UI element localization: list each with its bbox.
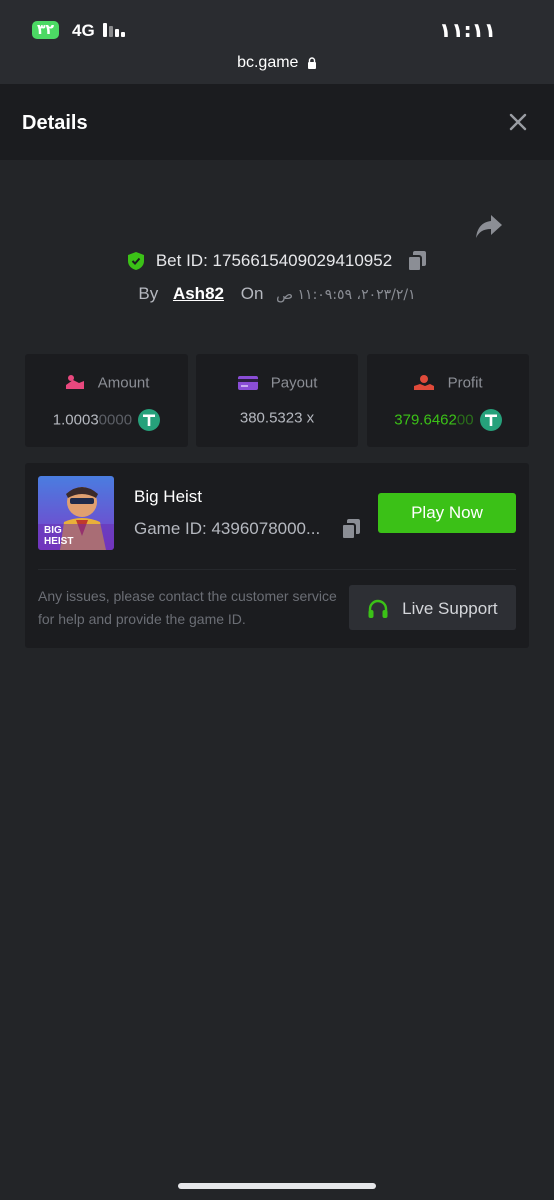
profit-value-trailing: 00 — [456, 411, 474, 429]
live-support-button[interactable]: Live Support — [349, 585, 516, 630]
game-thumbnail[interactable]: BIG HEIST — [38, 476, 114, 550]
bet-id-row: Bet ID: 1756615409029410952 — [0, 250, 554, 272]
support-help-text: Any issues, please contact the customer … — [38, 588, 337, 627]
bet-owner-row: By Ash82 On ٢٠٢٣/٢/١، ١١:٠٩:٥٩ ص — [0, 284, 554, 304]
copy-game-id-icon[interactable] — [341, 518, 361, 540]
usdt-icon — [479, 409, 502, 431]
profit-card: Profit 379.646200 — [367, 354, 529, 447]
game-id: Game ID: 4396078000... — [134, 519, 321, 538]
amount-icon — [65, 375, 84, 390]
shield-check-icon — [128, 252, 145, 270]
details-header: Details — [0, 84, 554, 160]
page-title: Details — [22, 112, 88, 134]
payout-label: Payout — [270, 374, 318, 392]
username-link[interactable]: Ash82 — [173, 284, 224, 303]
url-text: bc.game — [237, 54, 299, 71]
payout-value: 380.5323 x — [239, 409, 315, 427]
profit-icon — [414, 375, 435, 391]
game-artwork: BIG HEIST — [38, 476, 114, 550]
game-card: BIG HEIST Big Heist Game ID: 4396078000.… — [25, 463, 529, 648]
bet-date: ٢٠٢٣/٢/١، ١١:٠٩:٥٩ ص — [276, 287, 416, 303]
profit-value: 379.6462 — [394, 411, 457, 429]
bet-id-label: Bet ID: — [155, 251, 208, 270]
battery-indicator: ٣٢ — [32, 21, 60, 39]
share-icon[interactable] — [474, 212, 504, 240]
lock-icon — [307, 57, 316, 69]
headset-icon — [368, 599, 388, 618]
game-name[interactable]: Big Heist — [134, 487, 202, 507]
payout-card: Payout 380.5323 x — [196, 354, 358, 447]
status-bar: ٣٢ 4G ١١:١١ — [0, 0, 554, 50]
bet-id-value: 1756615409029410952 — [212, 251, 393, 270]
amount-label: Amount — [97, 374, 150, 392]
by-label: By — [138, 284, 159, 303]
thumb-title-line1: BIG — [44, 525, 62, 536]
divider — [38, 569, 516, 570]
profit-label: Profit — [447, 374, 483, 392]
usdt-icon — [138, 409, 161, 431]
amount-value: 1.0003 — [52, 411, 99, 429]
status-time: ١١:١١ — [439, 18, 496, 42]
amount-value-trailing: 0000 — [98, 411, 133, 429]
close-icon[interactable] — [508, 112, 528, 132]
amount-card: Amount 1.00030000 — [25, 354, 188, 447]
on-label: On — [240, 284, 264, 303]
live-support-label: Live Support — [402, 599, 498, 619]
home-indicator — [178, 1183, 376, 1189]
signal-icon — [103, 23, 129, 37]
thumb-title-line2: HEIST — [44, 536, 73, 547]
address-bar[interactable]: bc.game — [0, 50, 554, 84]
network-type: 4G — [72, 21, 95, 40]
payout-card-icon — [237, 376, 258, 391]
play-now-button[interactable]: Play Now — [378, 493, 516, 533]
copy-icon[interactable] — [406, 250, 427, 272]
